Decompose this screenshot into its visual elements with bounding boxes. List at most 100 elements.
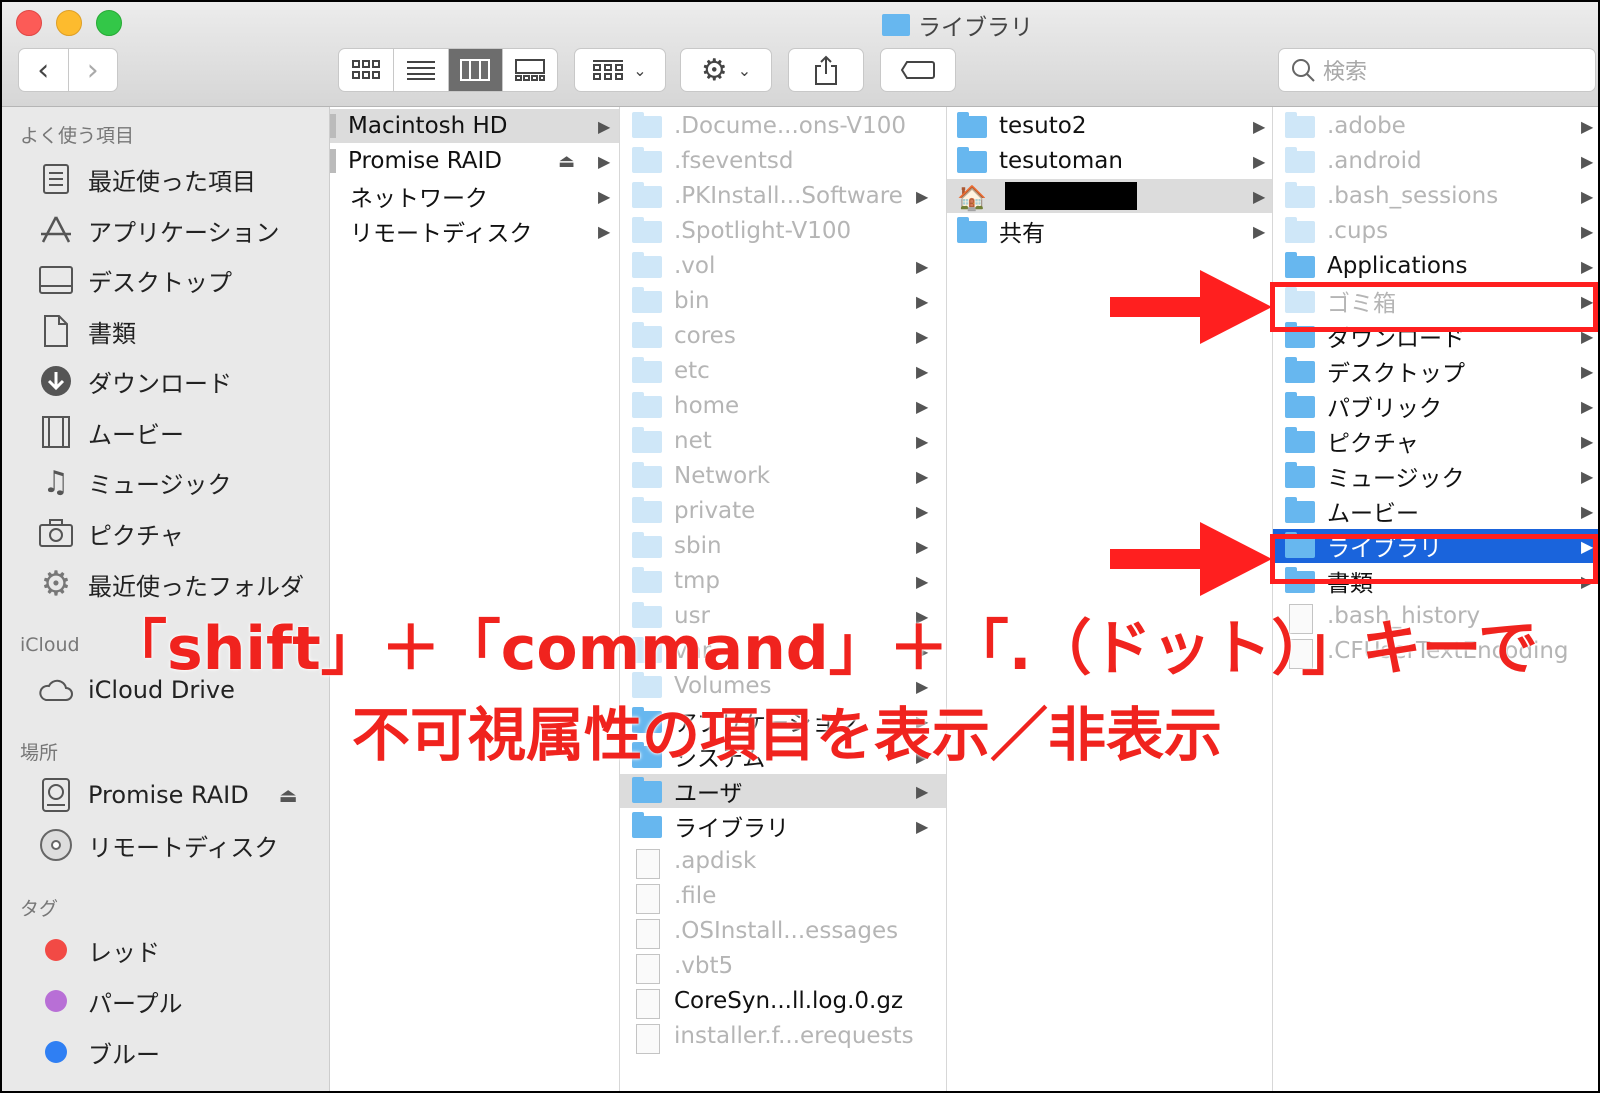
list-item[interactable]: cores ▶ (620, 319, 946, 353)
list-item[interactable]: tesuto2 ▶ (947, 109, 1272, 143)
list-item[interactable]: bin ▶ (620, 284, 946, 318)
list-item[interactable]: .OSInstall...essages (620, 914, 946, 949)
close-window-button[interactable] (16, 10, 42, 36)
list-item[interactable]: tesutoman ▶ (947, 144, 1272, 178)
window-title: ライブラリ (882, 8, 1033, 42)
sidebar-item-label: レッド (88, 938, 160, 967)
list-item[interactable]: デスクトップ ▶ (1273, 354, 1598, 388)
sidebar-item-recent-folders[interactable]: ⚙ 最近使ったフォルダ (38, 564, 304, 604)
item-name: tesuto2 (999, 113, 1087, 139)
tag-icon (901, 61, 935, 79)
list-item[interactable]: リモートディスク ▶ (330, 214, 619, 248)
disclosure-arrow-icon: ▶ (916, 816, 929, 836)
list-item[interactable]: private ▶ (620, 494, 946, 528)
list-item[interactable]: tmp ▶ (620, 564, 946, 598)
toolbar: ライブラリ ‹ › ⌄ ⚙ ⌄ 検索 (2, 2, 1598, 107)
sidebar-item-recents[interactable]: 最近使った項目 (38, 159, 256, 199)
list-item[interactable]: .PKInstall...Software ▶ (620, 179, 946, 213)
search-icon (1292, 59, 1315, 82)
downloads-icon (38, 363, 74, 399)
sidebar-item-downloads[interactable]: ダウンロード (38, 361, 232, 401)
sidebar-item-remote-disc[interactable]: リモートディスク (38, 825, 278, 865)
list-item[interactable]: sbin ▶ (620, 529, 946, 563)
list-item[interactable]: Network ▶ (620, 459, 946, 493)
disclosure-arrow-icon: ▶ (1253, 221, 1266, 241)
disclosure-arrow-icon: ▶ (916, 396, 929, 416)
sidebar-item-applications[interactable]: アプリケーション (38, 210, 280, 250)
list-item[interactable]: .fseventsd (620, 144, 946, 178)
list-item[interactable]: Promise RAID ⏏ ▶ (330, 144, 619, 178)
list-item[interactable]: home ▶ (620, 389, 946, 423)
folder-icon (632, 812, 662, 838)
back-button[interactable]: ‹ (19, 49, 69, 91)
list-item[interactable]: CoreSyn...ll.log.0.gz (620, 984, 946, 1019)
disclosure-arrow-icon: ▶ (916, 571, 929, 591)
red-tag-icon (38, 932, 74, 968)
sidebar-item-pictures[interactable]: ピクチャ (38, 513, 184, 553)
remote-disc-icon (38, 827, 74, 863)
action-menu-button[interactable]: ⚙ ⌄ (680, 48, 772, 92)
group-by-button[interactable]: ⌄ (574, 48, 666, 92)
blue-tag-dot (45, 1041, 67, 1063)
disk-icon (38, 777, 74, 813)
list-item[interactable]: ユーザ ▶ (620, 774, 946, 808)
zoom-window-button[interactable] (96, 10, 122, 36)
list-item[interactable]: パブリック ▶ (1273, 389, 1598, 423)
sidebar-item-label: デスクトップ (88, 268, 232, 297)
folder-icon (1285, 147, 1315, 173)
sidebar-item-tag-red[interactable]: レッド (38, 930, 160, 970)
item-name: net (674, 428, 712, 454)
column-view-button[interactable] (448, 49, 504, 91)
sidebar-item-desktop[interactable]: デスクトップ (38, 260, 232, 300)
list-item[interactable]: .vbt5 (620, 949, 946, 984)
item-name: .adobe (1327, 113, 1406, 139)
sidebar-item-movies[interactable]: ムービー (38, 412, 184, 452)
list-item[interactable]: installer.f...erequests (620, 1019, 946, 1054)
sidebar-item-tag-purple[interactable]: パープル (38, 981, 183, 1021)
eject-icon[interactable]: ⏏ (279, 783, 298, 807)
sidebar-item-tag-blue[interactable]: ブルー (38, 1032, 160, 1072)
item-name: CoreSyn...ll.log.0.gz (674, 988, 904, 1014)
list-item[interactable]: .vol ▶ (620, 249, 946, 283)
disclosure-arrow-icon: ▶ (916, 361, 929, 381)
forward-button[interactable]: › (69, 49, 118, 91)
list-item[interactable]: .Docume...ons-V100 (620, 109, 946, 143)
list-item[interactable]: ネットワーク ▶ (330, 179, 619, 213)
disclosure-arrow-icon: ▶ (598, 221, 611, 241)
list-item[interactable]: Macintosh HD ▶ (330, 109, 619, 143)
columns-icon (460, 59, 491, 81)
list-item[interactable]: Applications ▶ (1273, 249, 1598, 283)
tags-button[interactable] (880, 48, 956, 92)
remote-disc-icon (330, 219, 338, 243)
list-item[interactable]: .android ▶ (1273, 144, 1598, 178)
share-button[interactable] (788, 48, 864, 92)
sidebar-item-promise-raid[interactable]: Promise RAID ⏏ (38, 775, 298, 815)
list-item[interactable]: 共有 ▶ (947, 214, 1272, 248)
list-item[interactable]: net ▶ (620, 424, 946, 458)
list-item[interactable]: .adobe ▶ (1273, 109, 1598, 143)
icon-view-button[interactable] (339, 49, 394, 91)
disclosure-arrow-icon: ▶ (916, 536, 929, 556)
list-item[interactable]: .apdisk (620, 844, 946, 879)
list-item[interactable]: ライブラリ ▶ (620, 809, 946, 843)
list-item[interactable]: etc ▶ (620, 354, 946, 388)
list-item[interactable]: ピクチャ ▶ (1273, 424, 1598, 458)
list-item[interactable]: ミュージック ▶ (1273, 459, 1598, 493)
sidebar-item-music[interactable]: ♫ ミュージック (38, 462, 232, 502)
item-name: private (674, 498, 756, 524)
eject-icon[interactable]: ⏏ (558, 151, 575, 172)
search-field[interactable]: 検索 (1278, 48, 1596, 92)
gallery-view-button[interactable] (503, 49, 557, 91)
list-view-button[interactable] (394, 49, 449, 91)
sidebar-item-documents[interactable]: 書類 (38, 311, 136, 351)
list-item[interactable]: 🏠 ▶ (947, 179, 1272, 213)
list-item[interactable]: ムービー ▶ (1273, 494, 1598, 528)
list-item[interactable]: .cups ▶ (1273, 214, 1598, 248)
minimize-window-button[interactable] (56, 10, 82, 36)
list-item[interactable]: .bash_sessions ▶ (1273, 179, 1598, 213)
list-item[interactable]: .Spotlight-V100 (620, 214, 946, 248)
sidebar-item-label: ダウンロード (88, 369, 232, 398)
list-item[interactable]: .file (620, 879, 946, 914)
disclosure-arrow-icon: ▶ (1581, 256, 1594, 276)
red-tag-dot (45, 939, 67, 961)
